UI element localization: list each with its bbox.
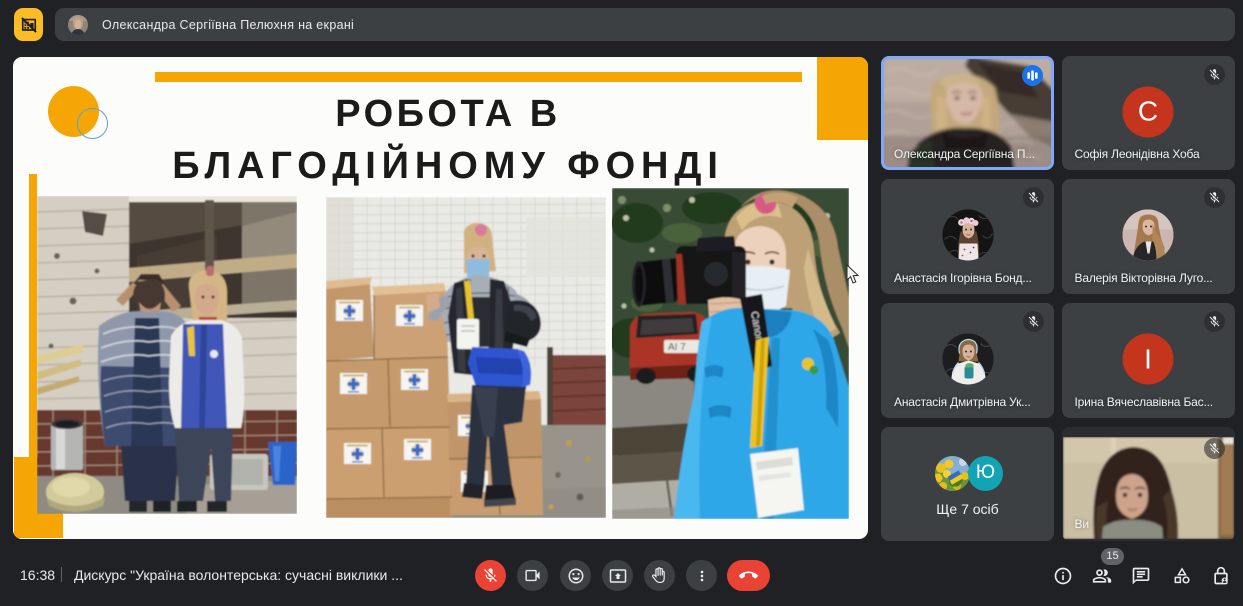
svg-text:AI 7: AI 7: [668, 342, 686, 353]
